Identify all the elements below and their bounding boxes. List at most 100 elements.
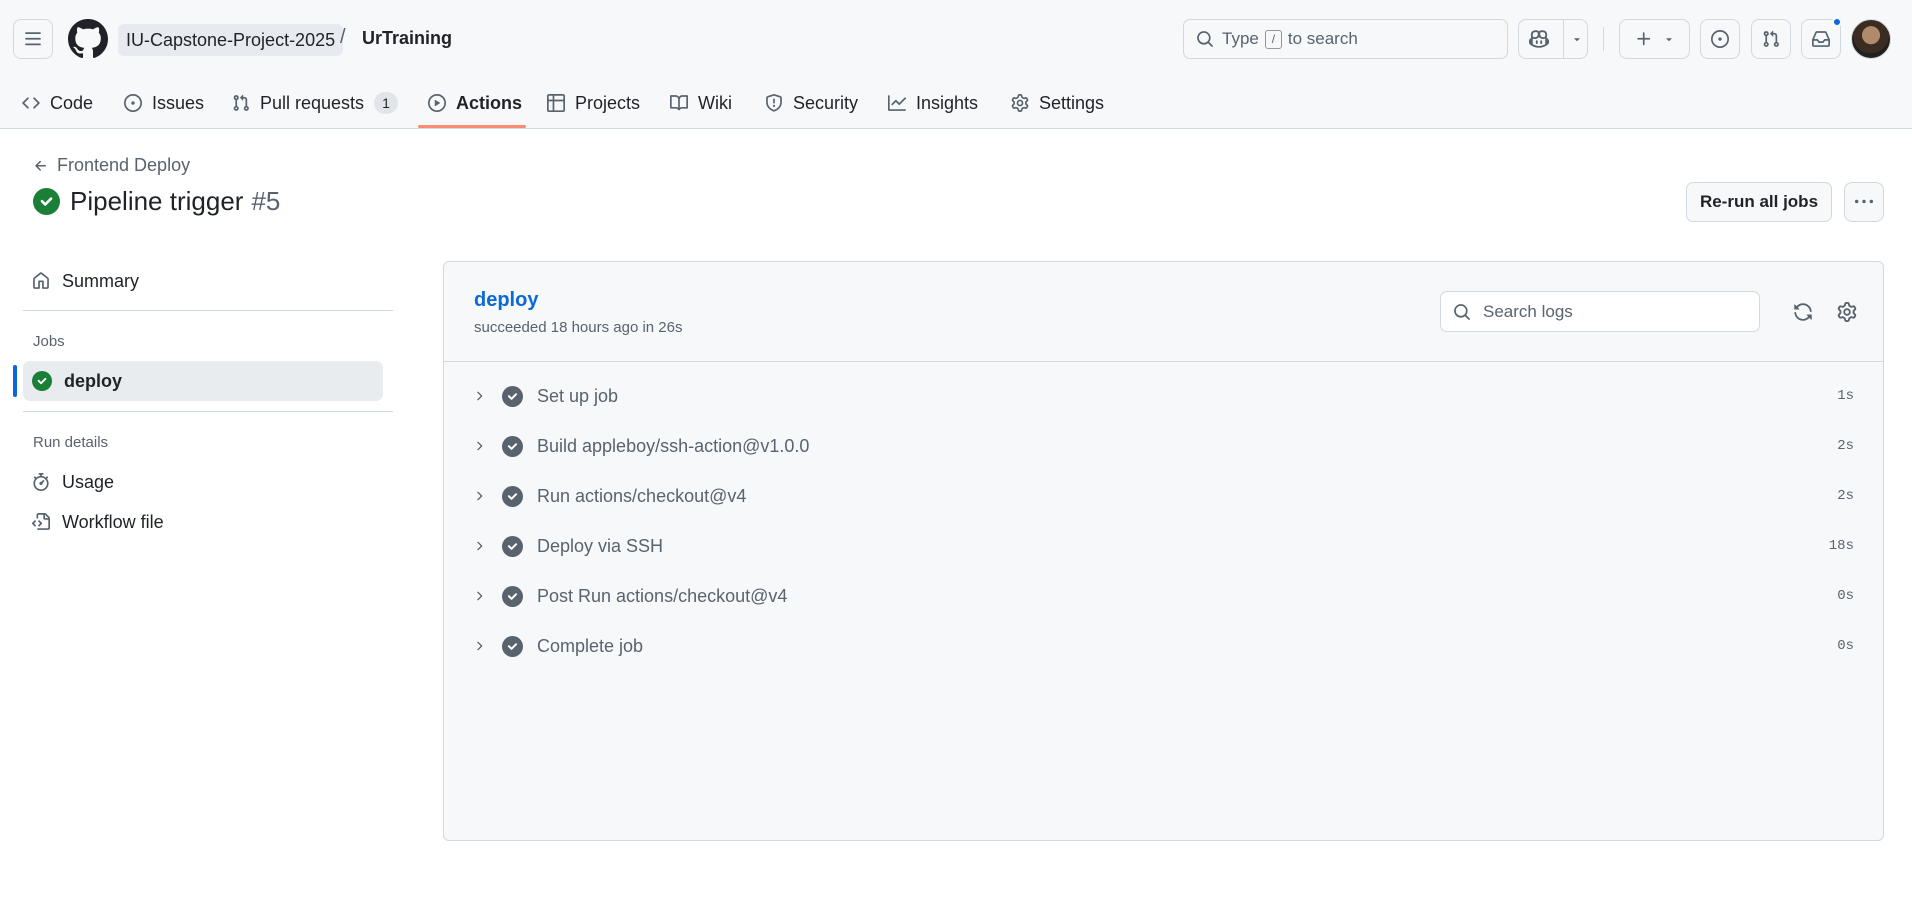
split-divider [1563,20,1564,58]
tab-label: Insights [916,92,979,113]
step-label: Run actions/checkout@v4 [537,485,747,506]
menu-button[interactable] [13,19,53,59]
header-divider [1603,27,1604,51]
tab-actions[interactable]: Actions [428,78,522,128]
selected-tab-indicator [418,125,526,128]
user-avatar[interactable] [1851,19,1891,59]
step-row-post-checkout[interactable]: Post Run actions/checkout@v4 0s [464,574,1864,618]
step-duration: 0s [1837,588,1854,604]
breadcrumb-repo[interactable]: UrTraining [362,28,452,49]
stopwatch-icon [33,473,49,491]
step-duration: 1s [1837,388,1854,404]
check-circle-fill-icon [502,585,523,607]
search-icon [1454,303,1470,320]
tab-label: Code [50,92,94,113]
home-icon [33,272,49,289]
pull-requests-button[interactable] [1751,19,1791,59]
sidebar-heading-run-details: Run details [33,434,109,451]
step-duration: 2s [1837,488,1854,504]
graph-icon [888,95,906,111]
step-row-checkout[interactable]: Run actions/checkout@v4 2s [464,474,1864,518]
run-title-row: Pipeline trigger #5 [33,186,280,217]
hamburger-icon [25,32,41,46]
tab-pull-requests[interactable]: Pull requests 1 [232,78,399,128]
check-circle-fill-icon [502,435,523,457]
check-circle-fill-icon [502,635,523,657]
sidebar-item-label: Summary [62,270,140,291]
tab-insights[interactable]: Insights [888,78,978,128]
tab-label: Security [793,92,859,113]
issue-opened-icon [1711,30,1729,48]
sidebar-divider [23,310,393,311]
log-search-input[interactable] [1483,301,1743,322]
chevron-right-icon[interactable] [472,639,486,653]
app-header: IU-Capstone-Project-2025 / UrTraining Ty… [0,0,1912,129]
refresh-button[interactable] [1790,299,1816,325]
check-circle-fill-icon [502,385,523,407]
log-search-field[interactable] [1440,291,1760,332]
tab-wiki[interactable]: Wiki [670,78,732,128]
job-name-link[interactable]: deploy [474,289,538,312]
sidebar-item-workflow-file[interactable]: Workflow file [23,502,383,542]
copilot-icon [1529,30,1549,48]
sidebar-item-usage[interactable]: Usage [23,462,383,502]
check-circle-fill-icon [33,188,60,215]
sidebar-item-label: Workflow file [62,511,164,532]
shield-icon [766,94,782,112]
rerun-all-jobs-button[interactable]: Re-run all jobs [1686,182,1832,222]
search-kbd-hint: / [1264,29,1282,49]
page-title: Pipeline trigger [70,186,244,216]
step-row-build-ssh-action[interactable]: Build appleboy/ssh-action@v1.0.0 2s [464,424,1864,468]
sidebar-item-job-deploy[interactable]: deploy [23,361,383,401]
chevron-right-icon[interactable] [472,589,486,603]
step-label: Complete job [537,635,644,656]
git-pull-request-icon [1763,30,1779,47]
tab-label: Wiki [698,92,732,113]
more-options-button[interactable] [1844,182,1884,222]
tab-settings[interactable]: Settings [1011,78,1104,128]
check-circle-fill-icon [502,535,523,557]
search-prefix: Type [1222,29,1259,48]
kebab-horizontal-icon [1855,199,1873,204]
create-new-button[interactable] [1619,19,1690,59]
issue-icon [124,94,142,112]
check-circle-fill-icon [502,485,523,507]
tab-security[interactable]: Security [765,78,858,128]
chevron-right-icon[interactable] [472,489,486,503]
sidebar-divider [23,411,393,412]
job-status-meta: succeeded 18 hours ago in 26s [474,319,683,336]
step-label: Deploy via SSH [537,535,664,556]
global-search[interactable]: Type / to search [1183,19,1508,59]
breadcrumb-owner[interactable]: IU-Capstone-Project-2025 [118,24,344,56]
sidebar-item-label: Usage [62,471,115,492]
issues-button[interactable] [1700,19,1740,59]
plus-icon [1636,32,1650,46]
arrow-left-icon [35,160,46,171]
search-icon [1197,31,1213,47]
chevron-right-icon[interactable] [472,539,486,553]
tab-issues[interactable]: Issues [124,78,204,128]
copilot-button[interactable] [1518,19,1588,59]
step-row-set-up-job[interactable]: Set up job 1s [464,374,1864,418]
log-settings-button[interactable] [1834,299,1860,325]
chevron-right-icon[interactable] [472,439,486,453]
step-row-deploy-via-ssh[interactable]: Deploy via SSH 18s [464,524,1864,568]
tab-code[interactable]: Code [22,78,93,128]
play-icon [428,94,446,112]
tab-label: Settings [1039,92,1105,113]
file-code-icon [32,513,50,530]
chevron-right-icon[interactable] [472,389,486,403]
step-duration: 0s [1837,638,1854,654]
sync-icon [1794,303,1812,321]
tab-projects[interactable]: Projects [547,78,640,128]
search-suffix: to search [1287,29,1358,48]
github-logo-icon[interactable] [68,19,108,59]
active-item-indicator [13,365,17,397]
pull-request-icon [233,94,249,111]
code-icon [22,97,40,109]
step-row-complete-job[interactable]: Complete job 0s [464,624,1864,668]
sidebar-item-summary[interactable]: Summary [23,261,383,301]
back-to-workflow-link[interactable]: Frontend Deploy [33,155,190,176]
tab-label: Projects [575,92,641,113]
tab-label: Pull requests [260,92,365,113]
